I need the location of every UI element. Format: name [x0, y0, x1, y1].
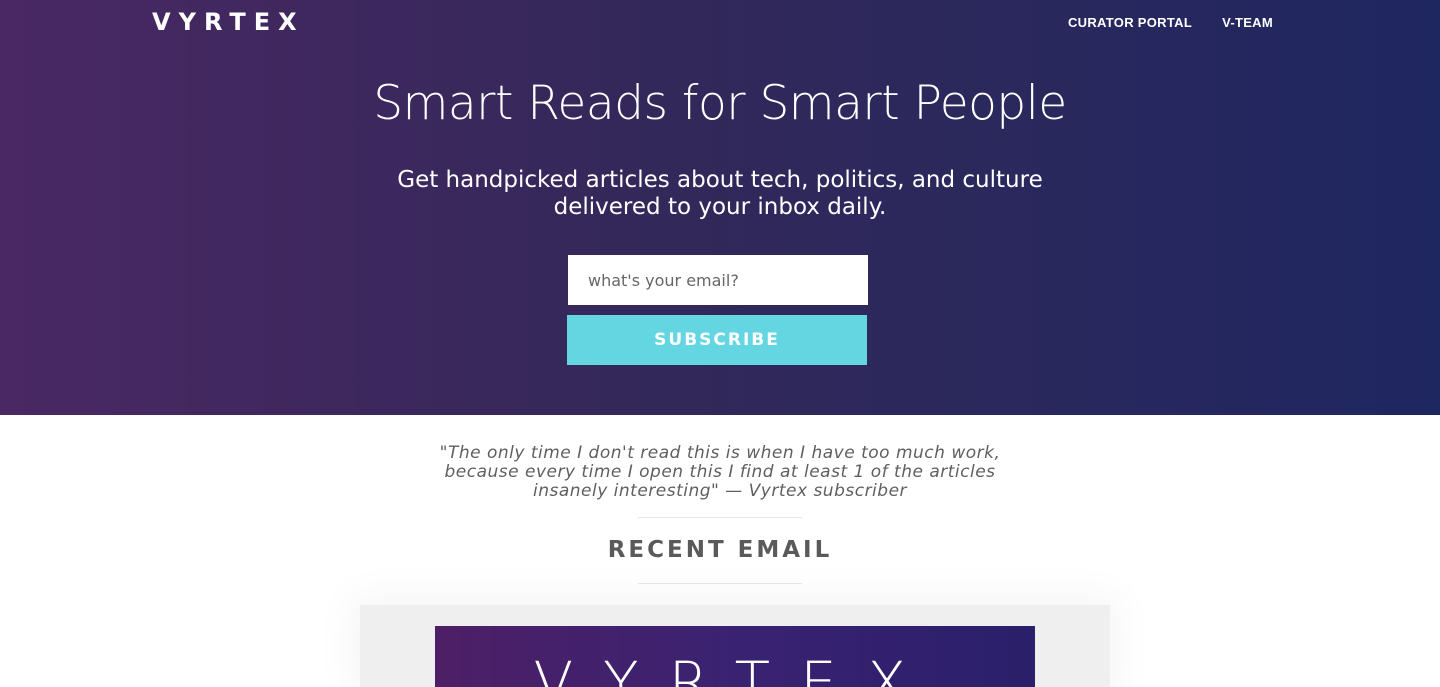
logo[interactable]: VYRTEX	[152, 8, 305, 36]
divider	[638, 517, 802, 518]
nav-curator-portal[interactable]: CURATOR PORTAL	[1068, 15, 1192, 30]
recent-email-title: RECENT EMAIL	[607, 537, 833, 563]
preview-logo: VYRTEX	[533, 649, 937, 687]
testimonial-quote: "The only time I don't read this is when…	[439, 443, 1001, 501]
nav-v-team[interactable]: V-TEAM	[1222, 15, 1273, 30]
preview-banner: VYRTEX	[435, 626, 1035, 687]
divider	[638, 583, 802, 584]
email-input[interactable]	[568, 255, 868, 305]
subscribe-button[interactable]: SUBSCRIBE	[567, 315, 867, 365]
recent-email-preview[interactable]: VYRTEX	[360, 605, 1110, 687]
hero-section: VYRTEX CURATOR PORTAL V-TEAM Smart Reads…	[0, 0, 1440, 415]
top-nav: CURATOR PORTAL V-TEAM	[1068, 15, 1273, 30]
hero-subtitle: Get handpicked articles about tech, poli…	[397, 167, 1043, 220]
hero-title: Smart Reads for Smart People	[373, 76, 1067, 131]
